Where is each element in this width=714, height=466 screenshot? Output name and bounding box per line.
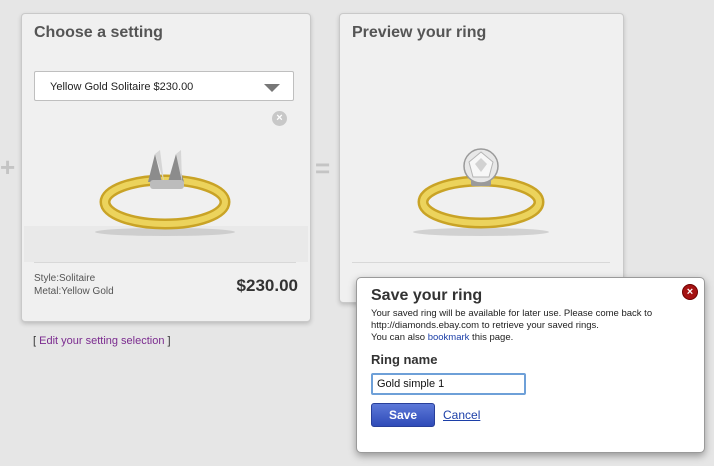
setting-price: $230.00	[236, 276, 298, 295]
edit-setting-link-wrapper: [ Edit your setting selection ]	[33, 335, 171, 347]
dialog-line-3-suffix: this page.	[469, 332, 514, 343]
chevron-down-icon	[264, 84, 280, 92]
setting-select-value: Yellow Gold Solitaire $230.00	[50, 81, 194, 93]
save-ring-dialog: × Save your ring Your saved ring will be…	[356, 277, 705, 453]
style-label: Style:	[34, 273, 60, 284]
setting-select[interactable]: Yellow Gold Solitaire $230.00	[34, 71, 294, 101]
bracket-close: ]	[167, 335, 171, 347]
setting-ring-image	[95, 150, 235, 236]
style-value: Solitaire	[59, 273, 96, 284]
close-icon[interactable]: ×	[682, 284, 698, 300]
dialog-line-1: Your saved ring will be available for la…	[371, 308, 653, 319]
dialog-line-3: You can also bookmark this page.	[371, 332, 691, 344]
dialog-line-3-prefix: You can also	[371, 332, 428, 343]
dialog-line-2: http://diamonds.ebay.com to retrieve you…	[371, 320, 599, 331]
ring-name-input[interactable]	[371, 373, 526, 395]
preview-ring-image	[413, 148, 549, 236]
dialog-description: Your saved ring will be available for la…	[371, 308, 691, 344]
metal-label: Metal:	[34, 286, 62, 297]
setting-panel: Choose a setting Yellow Gold Solitaire $…	[21, 13, 311, 322]
plus-sign: +	[0, 152, 16, 182]
metal-spec: Metal:Yellow Gold	[34, 286, 114, 297]
metal-value: Yellow Gold	[61, 286, 114, 297]
cancel-link[interactable]: Cancel	[443, 408, 480, 422]
equals-sign: =	[315, 153, 331, 183]
style-spec: Style:Solitaire	[34, 273, 95, 284]
dialog-title: Save your ring	[371, 287, 483, 304]
save-button[interactable]: Save	[371, 403, 435, 427]
divider	[34, 262, 296, 263]
preview-panel: Preview your ring	[339, 13, 624, 303]
preview-panel-title: Preview your ring	[352, 24, 487, 41]
divider	[352, 262, 610, 263]
ring-name-label: Ring name	[371, 352, 438, 367]
bookmark-link[interactable]: bookmark	[428, 332, 470, 343]
edit-setting-link[interactable]: Edit your setting selection	[39, 335, 164, 347]
x-circle-icon[interactable]: ×	[272, 111, 287, 126]
bracket-open: [	[33, 335, 37, 347]
setting-panel-title: Choose a setting	[34, 24, 163, 41]
